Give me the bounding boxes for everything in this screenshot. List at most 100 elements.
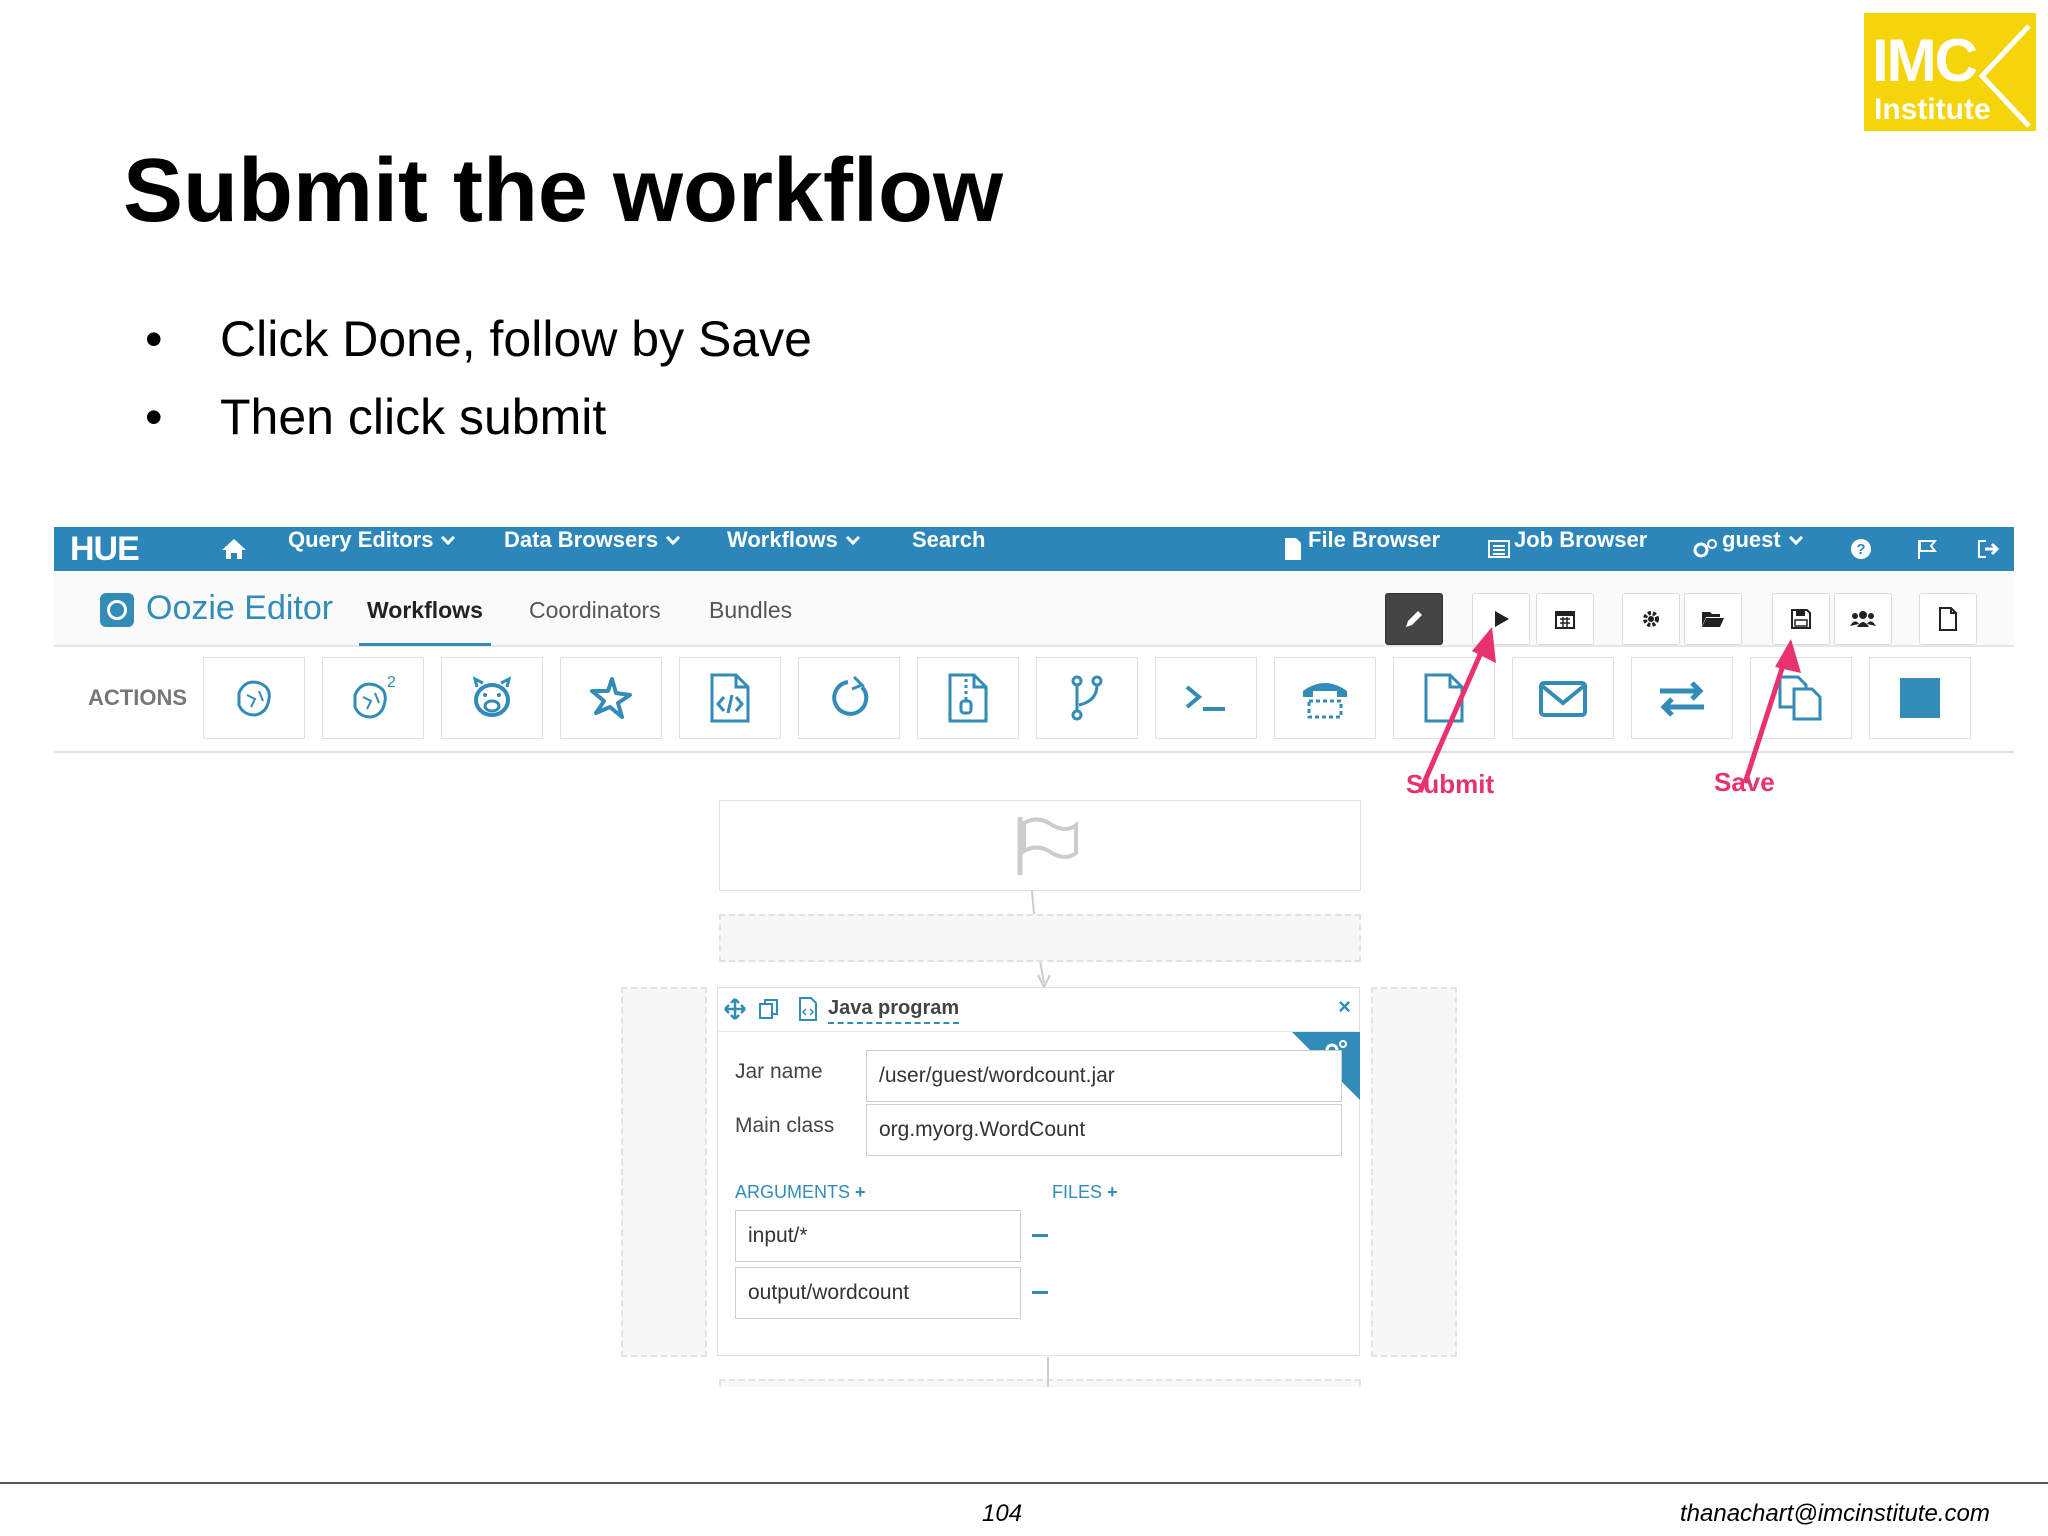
arguments-label: ARGUMENTS + [735, 1182, 866, 1203]
nav-query-editors[interactable]: Query Editors [288, 527, 456, 571]
nav-label: Query Editors [288, 527, 434, 552]
drop-zone-top[interactable] [719, 914, 1361, 962]
hive-icon [237, 680, 271, 717]
open-button[interactable] [1684, 593, 1742, 645]
action-ssh[interactable] [1274, 657, 1376, 739]
chevron-down-icon [666, 530, 681, 546]
footer-email: thanachart@imcinstitute.com [1680, 1500, 1990, 1527]
logo-chevron-icon [1978, 24, 2031, 128]
java-file-icon [710, 673, 750, 723]
file-icon [1285, 538, 1301, 560]
submit-annotation: Submit [1406, 769, 1495, 799]
list-icon [1488, 540, 1510, 558]
share-button[interactable] [1834, 593, 1892, 645]
stop-square-icon [1900, 678, 1940, 718]
schedule-button[interactable] [1536, 593, 1594, 645]
files-label-text: FILES [1052, 1182, 1103, 1202]
drop-zone-left[interactable] [621, 987, 707, 1357]
actions-label: ACTIONS [88, 685, 187, 710]
action-shell[interactable] [1155, 657, 1257, 739]
nav-label: Workflows [727, 527, 838, 552]
hive2-icon: 2 [353, 674, 396, 719]
java-file-icon [799, 997, 817, 1021]
new-document-icon [1939, 607, 1957, 631]
actions-toolbar: ACTIONS 2 [54, 647, 2014, 753]
java-action-node: Java program × Jar name /user/guest/word… [717, 987, 1360, 1356]
action-spark[interactable] [560, 657, 662, 739]
close-icon[interactable]: × [1338, 994, 1351, 1020]
hue-screenshot: HUE Query Editors Data Browsers Workflow… [54, 527, 2014, 1387]
settings-button[interactable] [1622, 593, 1680, 645]
action-hive[interactable] [203, 657, 305, 739]
help-icon[interactable]: ? [1850, 538, 1872, 560]
footer-divider [0, 1482, 2048, 1484]
tab-coordinators[interactable]: Coordinators [529, 597, 661, 624]
action-fork[interactable] [1036, 657, 1138, 739]
imc-institute-logo: IMC Institute [1864, 13, 2036, 131]
duplicate-icon[interactable] [758, 998, 780, 1020]
gear-icon [1643, 611, 1659, 627]
nav-job-browser[interactable]: Job Browser [1514, 527, 1647, 571]
exchange-icon [1660, 681, 1704, 717]
nav-label: Data Browsers [504, 527, 659, 552]
drop-zone-right[interactable] [1371, 987, 1457, 1357]
flag-icon[interactable] [1916, 538, 1938, 560]
argument-input[interactable]: input/* [735, 1210, 1021, 1262]
folder-open-icon [1702, 612, 1724, 627]
bullet-list: Click Done, follow by Save Then click su… [140, 300, 812, 456]
active-tab-indicator [359, 643, 491, 646]
remove-argument-icon[interactable] [1032, 1234, 1048, 1237]
nav-data-browsers[interactable]: Data Browsers [504, 527, 681, 571]
oozie-subnav: Oozie Editor Workflows Coordinators Bund… [54, 571, 2014, 647]
nav-user-menu[interactable]: guest [1722, 527, 1803, 571]
jar-name-label: Jar name [735, 1060, 823, 1083]
users-icon [1850, 611, 1876, 627]
new-workflow-button[interactable] [1919, 593, 1977, 645]
jar-name-input[interactable]: /user/guest/wordcount.jar [866, 1050, 1342, 1102]
node-title[interactable]: Java program [828, 997, 960, 1024]
main-class-label: Main class [735, 1114, 835, 1137]
floppy-disk-icon [1791, 609, 1811, 629]
tab-workflows[interactable]: Workflows [367, 597, 483, 624]
nav-workflows[interactable]: Workflows [727, 527, 860, 571]
play-icon [1495, 611, 1509, 627]
bullet-item: Then click submit [140, 378, 812, 456]
logo-text-imc: IMC [1872, 27, 1978, 94]
action-generic[interactable] [1869, 657, 1971, 739]
action-email[interactable] [1512, 657, 1614, 739]
slide-title: Submit the workflow [123, 141, 1004, 241]
files-label: FILES + [1052, 1182, 1118, 1203]
svg-text:2: 2 [387, 674, 396, 691]
home-icon[interactable] [220, 537, 248, 561]
move-icon[interactable] [724, 998, 746, 1020]
remove-argument-icon[interactable] [1032, 1291, 1048, 1294]
spark-icon [590, 677, 632, 719]
action-hive2[interactable]: 2 [322, 657, 424, 739]
oozie-compass-icon [100, 593, 134, 627]
action-java[interactable] [679, 657, 781, 739]
app-title: Oozie Editor [146, 589, 334, 627]
action-pig[interactable] [441, 657, 543, 739]
add-file-icon[interactable]: + [1107, 1182, 1118, 1202]
nav-file-browser[interactable]: File Browser [1308, 527, 1440, 571]
hue-logo[interactable]: HUE [70, 532, 140, 566]
page-number: 104 [982, 1500, 1023, 1527]
start-node[interactable] [719, 800, 1361, 891]
user-name: guest [1722, 527, 1781, 552]
argument-input[interactable]: output/wordcount [735, 1267, 1021, 1319]
pig-icon [472, 676, 512, 717]
nav-search[interactable]: Search [912, 527, 985, 571]
save-annotation: Save [1714, 767, 1775, 797]
main-class-input[interactable]: org.myorg.WordCount [866, 1104, 1342, 1156]
action-streaming[interactable] [1631, 657, 1733, 739]
logout-icon[interactable] [1976, 538, 2000, 560]
action-sub-workflow[interactable] [798, 657, 900, 739]
circle-icon [832, 675, 869, 716]
action-distcp[interactable] [917, 657, 1019, 739]
bullet-item: Click Done, follow by Save [140, 300, 812, 378]
tab-bundles[interactable]: Bundles [709, 597, 792, 624]
code-fork-icon [1071, 675, 1103, 721]
gears-icon [1693, 539, 1717, 558]
add-argument-icon[interactable]: + [855, 1182, 866, 1202]
svg-text:?: ? [1856, 541, 1865, 558]
